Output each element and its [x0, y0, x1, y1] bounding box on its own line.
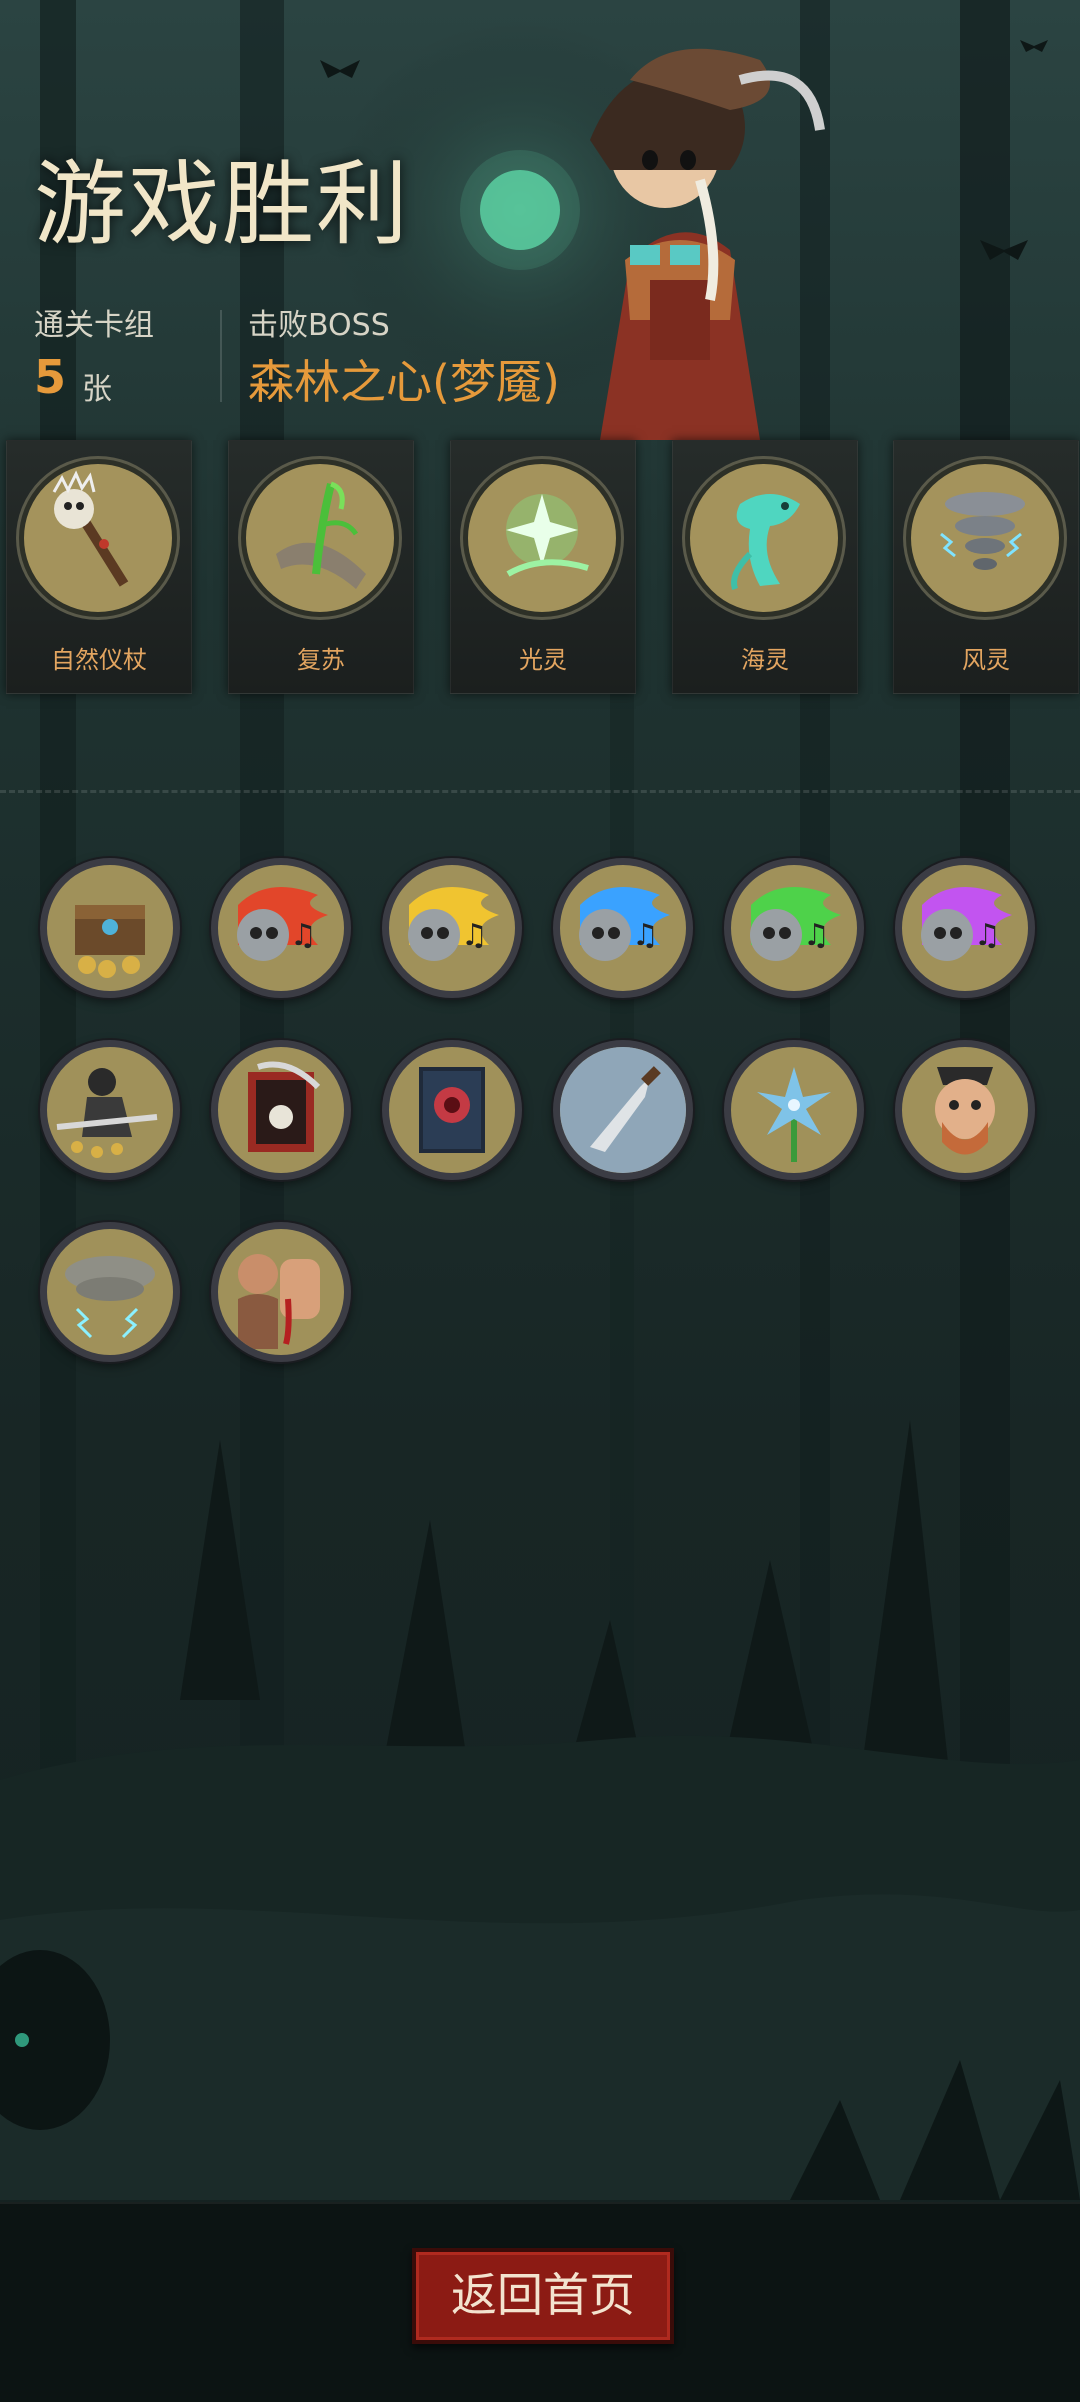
card-revive[interactable]: 复苏	[228, 440, 414, 694]
card-light-spirit[interactable]: 光灵	[450, 440, 636, 694]
svg-text:♫: ♫	[974, 918, 1001, 953]
sea-spirit-icon	[685, 459, 843, 617]
svg-text:♫: ♫	[632, 918, 659, 953]
defeated-boss-label: 击败BOSS	[248, 308, 390, 343]
cleared-card-row: 自然仪杖 复苏 光灵 海灵 风灵	[0, 440, 1080, 696]
svg-text:♫: ♫	[803, 918, 830, 953]
blue-fire-skull-music-icon[interactable]: ♫	[553, 858, 693, 998]
section-divider	[0, 790, 1080, 793]
cleared-deck-label: 通关卡组	[34, 308, 154, 343]
card-label: 自然仪杖	[51, 646, 147, 674]
green-fire-skull-music-icon[interactable]: ♫	[724, 858, 864, 998]
card-label: 光灵	[519, 646, 567, 674]
treasure-chest-icon[interactable]	[40, 858, 180, 998]
defeated-boss-name: 森林之心(梦魇)	[248, 355, 560, 409]
staff-icon	[19, 459, 177, 617]
blue-flower-icon[interactable]	[724, 1040, 864, 1180]
victory-title: 游戏胜利	[34, 151, 411, 258]
red-book-icon[interactable]	[382, 1040, 522, 1180]
card-label: 海灵	[741, 646, 789, 674]
knife-icon[interactable]	[553, 1040, 693, 1180]
stats-divider	[220, 310, 222, 402]
wind-spirit-icon	[906, 459, 1064, 617]
cleared-deck-count: 5	[34, 350, 67, 404]
svg-text:♫: ♫	[461, 918, 488, 953]
pirate-face-icon[interactable]	[895, 1040, 1035, 1180]
svg-text:♫: ♫	[290, 918, 317, 953]
purple-fire-skull-music-icon[interactable]: ♫	[895, 858, 1035, 998]
light-spirit-icon	[463, 459, 621, 617]
card-label: 风灵	[962, 646, 1010, 674]
card-sea-spirit[interactable]: 海灵	[672, 440, 858, 694]
return-home-button[interactable]: 返回首页	[412, 2248, 674, 2344]
card-wind-spirit[interactable]: 风灵	[893, 440, 1079, 694]
card-label: 复苏	[297, 646, 345, 674]
fire-skull-music-icon[interactable]: ♫	[211, 858, 351, 998]
ninja-gold-icon[interactable]	[40, 1040, 180, 1180]
cleared-deck-unit: 张	[82, 372, 112, 407]
storm-whirl-icon[interactable]	[40, 1222, 180, 1362]
bloody-brawler-icon[interactable]	[211, 1222, 351, 1362]
revive-icon	[241, 459, 399, 617]
skull-banner-icon[interactable]	[211, 1040, 351, 1180]
yellow-fire-skull-music-icon[interactable]: ♫	[382, 858, 522, 998]
card-nature-staff[interactable]: 自然仪杖	[6, 440, 192, 694]
